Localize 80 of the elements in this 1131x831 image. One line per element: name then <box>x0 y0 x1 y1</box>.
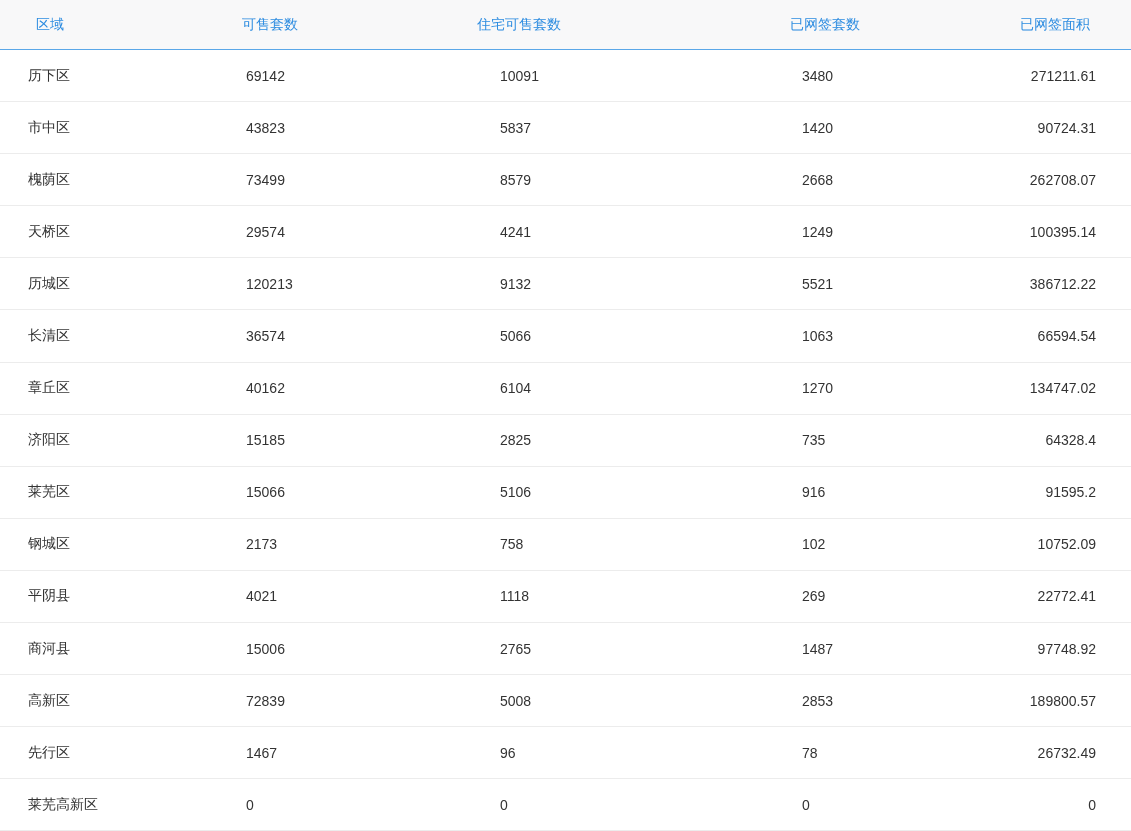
table-cell: 26732.49 <box>1037 744 1096 761</box>
table-cell: 长清区 <box>28 327 70 345</box>
table-cell: 271211.61 <box>1030 67 1096 84</box>
table-cell: 64328.4 <box>1045 432 1096 449</box>
table-cell: 钢城区 <box>28 535 70 554</box>
table-cell: 9132 <box>500 275 532 292</box>
table-cell: 66594.54 <box>1037 328 1096 344</box>
table-cell: 4241 <box>500 223 532 240</box>
table-cell: 40162 <box>246 380 285 397</box>
table-cell: 5106 <box>500 484 532 501</box>
table-cell: 8579 <box>500 171 532 188</box>
table-cell: 96 <box>500 744 516 761</box>
column-header: 可售套数 <box>242 15 298 34</box>
table-cell: 市中区 <box>28 118 70 137</box>
table-cell: 4021 <box>246 588 278 605</box>
table-cell: 120213 <box>246 275 293 292</box>
table-cell: 100395.14 <box>1029 223 1096 240</box>
table-cell: 1118 <box>500 588 530 605</box>
table-cell: 15185 <box>246 432 285 449</box>
table-cell: 1249 <box>802 223 834 240</box>
table-cell: 5008 <box>500 692 532 709</box>
table-cell: 72839 <box>246 692 285 709</box>
column-header: 住宅可售套数 <box>477 15 561 34</box>
table-cell: 0 <box>246 796 254 813</box>
table-cell: 29574 <box>246 223 285 240</box>
column-header: 区域 <box>36 15 64 34</box>
table-cell: 3480 <box>802 67 834 84</box>
column-header: 已网签面积 <box>1020 15 1090 34</box>
table-cell: 2825 <box>500 432 532 449</box>
table-cell: 10091 <box>500 67 539 84</box>
table-cell: 1063 <box>802 328 834 344</box>
table-cell: 102 <box>802 536 826 553</box>
table-cell: 10752.09 <box>1037 536 1096 553</box>
table-cell: 历城区 <box>28 274 70 293</box>
table-cell: 916 <box>802 484 826 501</box>
table-cell: 386712.22 <box>1029 275 1096 292</box>
table-cell: 2173 <box>246 536 278 553</box>
table-cell: 262708.07 <box>1029 171 1096 188</box>
column-header: 已网签套数 <box>790 15 860 34</box>
table-cell: 134747.02 <box>1029 380 1096 397</box>
table-cell: 2668 <box>802 171 834 188</box>
table-cell: 5837 <box>500 119 532 136</box>
table-cell: 2765 <box>500 640 532 657</box>
table-cell: 1467 <box>246 744 278 761</box>
table-cell: 15006 <box>246 640 285 657</box>
table-cell: 章丘区 <box>28 379 70 398</box>
table-cell: 1420 <box>802 119 834 136</box>
table-cell: 97748.92 <box>1037 640 1096 657</box>
table-cell: 平阴县 <box>28 587 70 606</box>
table-cell: 0 <box>500 796 508 813</box>
table-cell: 22772.41 <box>1037 588 1096 605</box>
table-cell: 5066 <box>500 328 532 344</box>
table-cell: 1270 <box>802 380 834 397</box>
table-cell: 73499 <box>246 171 285 188</box>
table-cell: 90724.31 <box>1037 119 1096 136</box>
table-cell: 先行区 <box>28 743 70 762</box>
table-cell: 15066 <box>246 484 285 501</box>
table-cell: 2853 <box>802 692 834 709</box>
table-cell: 78 <box>802 744 818 761</box>
table-cell: 槐荫区 <box>28 170 70 189</box>
table-cell: 莱芜高新区 <box>28 795 98 814</box>
table-cell: 0 <box>1088 796 1096 813</box>
table-cell: 69142 <box>246 67 285 84</box>
table-cell: 269 <box>802 588 826 605</box>
table-cell: 1487 <box>802 640 834 657</box>
table-cell: 高新区 <box>28 691 70 710</box>
table-cell: 5521 <box>802 275 834 292</box>
table-cell: 91595.2 <box>1045 484 1096 501</box>
table-cell: 189800.57 <box>1029 692 1096 709</box>
table-cell: 758 <box>500 536 524 553</box>
table-cell: 济阳区 <box>28 431 70 450</box>
table-cell: 36574 <box>246 328 285 344</box>
table-cell: 6104 <box>500 380 532 397</box>
table-cell: 莱芜区 <box>28 483 70 502</box>
table-cell: 0 <box>802 796 810 813</box>
table-cell: 735 <box>802 432 826 449</box>
table-cell: 商河县 <box>28 639 70 658</box>
table-cell: 43823 <box>246 119 285 136</box>
table-cell: 天桥区 <box>28 222 70 241</box>
table-cell: 历下区 <box>28 66 70 85</box>
